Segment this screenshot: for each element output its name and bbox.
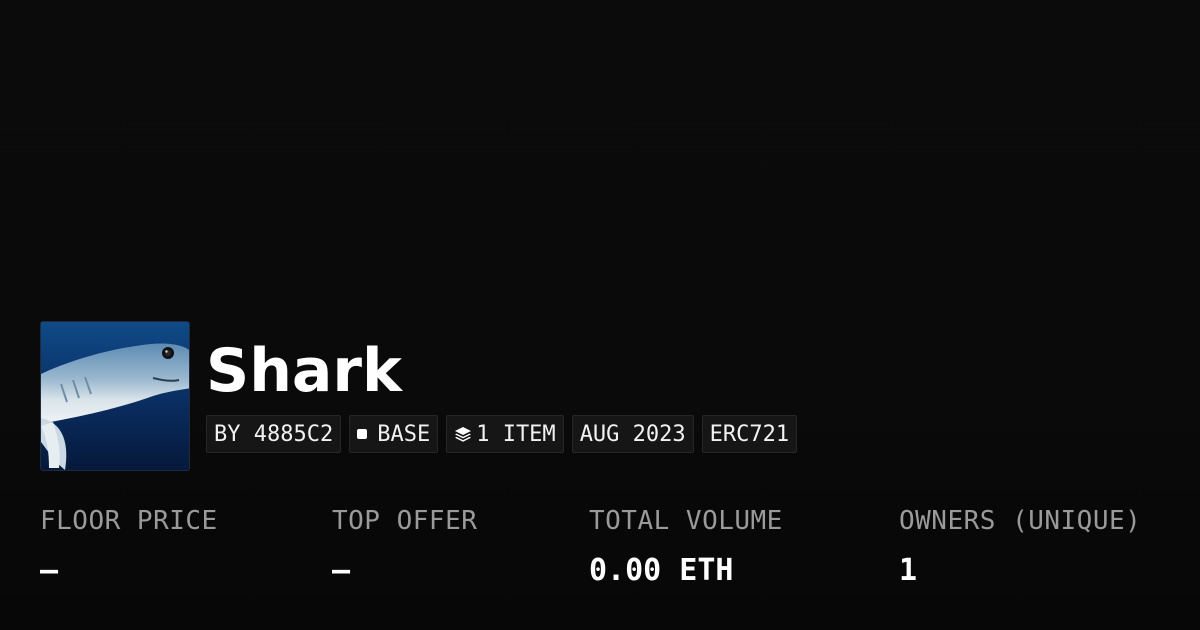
chain-badge[interactable]: BASE [349, 415, 439, 453]
collection-badges: BY 4885C2 BASE 1 ITEM AUG 2023 ERC721 [206, 415, 798, 453]
stat-label: TOTAL VOLUME [589, 506, 783, 536]
layers-icon [455, 427, 472, 442]
creator-label: BY 4885C2 [214, 421, 334, 447]
standard-label: ERC721 [709, 421, 790, 447]
stat-owners: OWNERS (UNIQUE) 1 [899, 503, 1141, 589]
stat-top-offer: TOP OFFER — [332, 503, 477, 589]
stat-label: TOP OFFER [332, 506, 478, 536]
collection-avatar[interactable] [40, 321, 190, 471]
standard-badge: ERC721 [701, 415, 798, 453]
chain-icon [357, 429, 368, 439]
chain-label: BASE [377, 421, 431, 447]
shark-image [41, 322, 189, 470]
stat-value: 0.00 ETH [589, 553, 734, 588]
date-badge: AUG 2023 [571, 415, 694, 453]
creator-badge[interactable]: BY 4885C2 [206, 415, 342, 453]
collection-stats: FLOOR PRICE — TOP OFFER — TOTAL VOLUME 0… [0, 503, 1200, 603]
items-label: 1 ITEM [476, 421, 556, 447]
stat-total-volume: TOTAL VOLUME 0.00 ETH [589, 503, 783, 589]
date-label: AUG 2023 [579, 421, 686, 447]
stat-value: — [332, 553, 351, 588]
items-badge[interactable]: 1 ITEM [446, 415, 564, 453]
collection-title: Shark [206, 336, 402, 406]
stat-label: OWNERS (UNIQUE) [899, 506, 1142, 536]
stat-value: — [40, 553, 59, 588]
stat-floor-price: FLOOR PRICE — [40, 503, 218, 589]
collection-preview-card: Shark BY 4885C2 BASE 1 ITEM AUG 2023 ERC… [0, 0, 1200, 630]
stat-label: FLOOR PRICE [40, 506, 218, 536]
stat-value: 1 [899, 553, 918, 588]
